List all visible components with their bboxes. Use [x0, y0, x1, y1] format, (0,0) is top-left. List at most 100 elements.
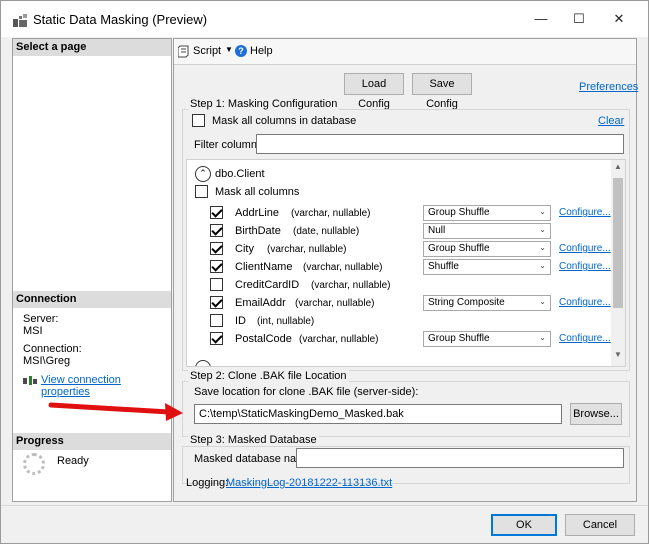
logging-label: Logging: — [186, 477, 229, 489]
chevron-down-icon: ⌄ — [539, 297, 546, 306]
column-checkbox[interactable] — [210, 242, 223, 255]
app-icon — [13, 14, 27, 27]
configure-link[interactable]: Configure... — [559, 333, 611, 344]
chevron-down-icon: ⌄ — [539, 225, 546, 234]
logging-file-link[interactable]: MaskingLog-20181222-113136.txt — [226, 477, 392, 489]
configure-link[interactable]: Configure... — [559, 243, 611, 254]
masking-function-select[interactable]: Shuffle ⌄ — [423, 259, 551, 275]
scrollbar-thumb[interactable] — [613, 178, 623, 308]
masked-db-name-input[interactable] — [296, 448, 624, 468]
column-type: (varchar, nullable) — [295, 298, 375, 309]
configure-link[interactable]: Configure... — [559, 261, 611, 272]
mask-all-db-label: Mask all columns in database — [212, 115, 357, 127]
column-checkbox[interactable] — [210, 260, 223, 273]
column-checkbox[interactable] — [210, 224, 223, 237]
masking-function-select[interactable]: Group Shuffle ⌄ — [423, 241, 551, 257]
right-pane: Script ▼ ? Help Load Config Save Config … — [173, 38, 638, 502]
step1-title: Step 1: Masking Configuration — [188, 98, 340, 110]
toolbar: Script ▼ ? Help — [174, 39, 636, 65]
close-button[interactable]: ✕ — [599, 7, 639, 31]
help-button[interactable]: ? Help — [235, 45, 285, 59]
scroll-down-icon[interactable]: ▼ — [614, 350, 622, 359]
script-label: Script — [193, 45, 222, 57]
connection-header: Connection — [13, 291, 171, 308]
masking-function-value: Group Shuffle — [428, 207, 490, 218]
column-row: City (varchar, nullable) Group Shuffle ⌄ Con… — [187, 240, 611, 258]
chevron-down-icon: ⌄ — [539, 333, 546, 342]
clear-link[interactable]: Clear — [598, 115, 624, 127]
cancel-button[interactable]: Cancel — [565, 514, 635, 536]
dialog-footer: OK Cancel — [1, 505, 648, 543]
bak-path-input[interactable]: C:\temp\StaticMaskingDemo_Masked.bak — [194, 404, 562, 424]
chevron-down-icon: ▼ — [225, 45, 233, 54]
column-checkbox[interactable] — [210, 206, 223, 219]
column-type: (varchar, nullable) — [311, 280, 391, 291]
column-type: (varchar, nullable) — [267, 244, 347, 255]
column-checkbox[interactable] — [210, 278, 223, 291]
next-table-expander-icon[interactable] — [195, 360, 211, 366]
masking-function-value: Group Shuffle — [428, 333, 490, 344]
main-content: Load Config Save Config Preferences Step… — [174, 65, 638, 501]
mask-all-table-checkbox[interactable] — [195, 185, 208, 198]
progress-spinner-icon — [23, 453, 45, 475]
filter-columns-input[interactable] — [256, 134, 624, 154]
select-page-header: Select a page — [13, 39, 171, 56]
configure-link[interactable]: Configure... — [559, 297, 611, 308]
save-location-label: Save location for clone .BAK file (serve… — [194, 386, 419, 398]
chevron-down-icon: ⌄ — [539, 261, 546, 270]
column-row: ID (int, nullable) — [187, 312, 607, 330]
column-row: EmailAddr (varchar, nullable) String Compo… — [187, 294, 611, 312]
browse-button[interactable]: Browse... — [570, 403, 622, 425]
collapse-table-icon[interactable]: ⌃ — [195, 166, 211, 182]
masking-function-select[interactable]: Null ⌄ — [423, 223, 551, 239]
column-name: PostalCode — [235, 333, 292, 345]
help-icon: ? — [235, 45, 247, 57]
masking-function-value: Group Shuffle — [428, 243, 490, 254]
masking-function-select[interactable]: Group Shuffle ⌄ — [423, 205, 551, 221]
column-row: ClientName (varchar, nullable) Shuffle ⌄ Con… — [187, 258, 611, 276]
filter-columns-label: Filter columns: — [194, 139, 266, 151]
server-value: MSI — [23, 325, 43, 337]
masking-function-select[interactable]: Group Shuffle ⌄ — [423, 331, 551, 347]
table-name: dbo.Client — [215, 168, 265, 180]
minimize-button[interactable]: — — [521, 7, 561, 31]
save-config-button[interactable]: Save Config — [412, 73, 472, 110]
mask-all-db-checkbox[interactable] — [192, 114, 205, 127]
step2-title: Step 2: Clone .BAK file Location — [188, 370, 349, 382]
progress-header: Progress — [13, 433, 171, 450]
step3-title: Step 3: Masked Database — [188, 434, 319, 446]
maximize-button[interactable]: ☐ — [559, 7, 599, 31]
column-checkbox[interactable] — [210, 296, 223, 309]
chevron-down-icon: ⌄ — [539, 243, 546, 252]
column-name: EmailAddr — [235, 297, 286, 309]
view-connection-properties-link[interactable]: View connection properties — [41, 374, 171, 398]
columns-panel: ⌃ dbo.Client Mask all columns AddrLine (v… — [186, 159, 626, 367]
column-name: ID — [235, 315, 246, 327]
column-name: City — [235, 243, 254, 255]
column-row: AddrLine (varchar, nullable) Group Shuffle… — [187, 204, 611, 222]
columns-scrollbar[interactable]: ▲ ▼ — [611, 160, 625, 366]
title-bar: Static Data Masking (Preview) — ☐ ✕ — [1, 1, 648, 37]
ok-button[interactable]: OK — [491, 514, 557, 536]
window-title: Static Data Masking (Preview) — [33, 12, 208, 27]
masking-function-value: Null — [428, 225, 446, 236]
load-config-button[interactable]: Load Config — [344, 73, 404, 110]
column-name: BirthDate — [235, 225, 281, 237]
column-name: ClientName — [235, 261, 293, 273]
column-checkbox[interactable] — [210, 314, 223, 327]
script-icon — [178, 45, 189, 58]
column-type: (varchar, nullable) — [303, 262, 383, 273]
dialog-window: Static Data Masking (Preview) — ☐ ✕ Sele… — [0, 0, 649, 544]
column-checkbox[interactable] — [210, 332, 223, 345]
connection-properties-icon — [23, 376, 37, 385]
column-row: CreditCardID (varchar, nullable) — [187, 276, 607, 294]
preferences-link[interactable]: Preferences — [579, 81, 638, 93]
configure-link[interactable]: Configure... — [559, 207, 611, 218]
mask-all-table-label: Mask all columns — [215, 186, 300, 198]
column-row: PostalCode (varchar, nullable) Group Shuff… — [187, 330, 611, 348]
column-type: (varchar, nullable) — [291, 208, 371, 219]
server-label: Server: — [23, 313, 59, 325]
scroll-up-icon[interactable]: ▲ — [614, 162, 622, 171]
masking-function-select[interactable]: String Composite ⌄ — [423, 295, 551, 311]
column-type: (date, nullable) — [293, 226, 360, 237]
